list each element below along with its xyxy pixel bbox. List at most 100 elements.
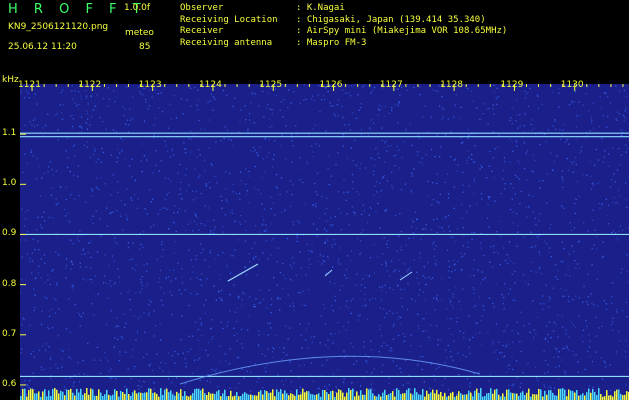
noise-dot [349, 342, 352, 344]
noise-dot [141, 276, 143, 278]
intensity-bar [364, 394, 366, 400]
noise-dot [611, 282, 613, 284]
noise-dot [400, 371, 402, 374]
noise-dot [213, 229, 215, 231]
noise-dot [296, 240, 298, 243]
intensity-bar [68, 389, 70, 400]
noise-dot [449, 301, 451, 304]
intensity-bar [244, 392, 246, 400]
noise-dot [51, 217, 54, 219]
noise-dot [538, 234, 541, 237]
noise-dot [502, 356, 504, 358]
intensity-bar [80, 388, 82, 400]
noise-dot [605, 92, 607, 94]
noise-dot [471, 231, 473, 233]
noise-dot [381, 286, 383, 288]
noise-dot [571, 229, 573, 232]
noise-dot [113, 260, 115, 262]
noise-dot [295, 274, 297, 276]
intensity-bar [498, 394, 500, 400]
noise-dot [162, 370, 164, 372]
noise-dot [511, 122, 513, 125]
noise-dot [158, 107, 160, 109]
noise-dot [456, 393, 458, 396]
noise-dot [353, 363, 355, 365]
noise-dot [91, 278, 93, 281]
noise-dot [491, 170, 493, 173]
noise-dot [448, 260, 450, 262]
intensity-bar [106, 389, 108, 400]
intensity-bar [378, 394, 380, 400]
noise-dot [196, 104, 198, 107]
noise-dot [313, 182, 316, 185]
y-tick-label: 0.8 [2, 278, 17, 289]
noise-dot [76, 104, 78, 107]
y-tick-label: 0.9 [2, 228, 17, 239]
noise-dot [576, 115, 579, 117]
noise-dot [304, 203, 306, 205]
noise-dot [574, 202, 576, 205]
intensity-bar [332, 390, 334, 400]
intensity-bar [466, 394, 468, 400]
noise-dot [86, 95, 88, 97]
noise-dot [444, 181, 446, 183]
noise-dot [197, 229, 200, 231]
noise-dot [85, 279, 87, 281]
noise-dot [107, 360, 109, 362]
noise-dot [80, 316, 83, 318]
noise-dot [273, 348, 275, 350]
noise-dot [571, 100, 573, 102]
noise-dot [421, 368, 423, 371]
noise-dot [453, 259, 455, 261]
noise-dot [339, 212, 342, 214]
noise-dot [293, 262, 295, 264]
intensity-bar [276, 389, 278, 400]
noise-dot [233, 327, 235, 329]
noise-dot [184, 210, 186, 212]
noise-dot [538, 251, 540, 253]
noise-dot [74, 102, 76, 104]
noise-dot [348, 92, 350, 94]
noise-dot [575, 138, 577, 141]
noise-dot [596, 248, 598, 250]
noise-dot [228, 362, 230, 365]
noise-dot [605, 366, 607, 368]
noise-dot [381, 300, 383, 302]
noise-dot [419, 252, 421, 254]
noise-dot [221, 207, 223, 209]
noise-dot [116, 325, 118, 327]
noise-dot [104, 183, 106, 185]
noise-dot [96, 251, 99, 253]
noise-dot [412, 236, 415, 239]
noise-dot [230, 211, 232, 214]
noise-dot [371, 297, 373, 299]
noise-dot [26, 230, 29, 233]
noise-dot [616, 111, 619, 113]
noise-dot [228, 138, 230, 140]
noise-dot [282, 347, 284, 349]
noise-dot [50, 194, 52, 196]
noise-dot [241, 343, 243, 345]
noise-dot [420, 238, 422, 240]
intensity-bar [98, 389, 100, 400]
noise-dot [213, 96, 215, 98]
noise-dot [67, 157, 69, 159]
noise-dot [505, 371, 507, 373]
noise-dot [253, 303, 256, 306]
noise-dot [55, 251, 57, 253]
noise-dot [524, 90, 526, 93]
noise-dot [536, 236, 538, 238]
noise-dot [593, 304, 595, 306]
noise-dot [351, 173, 353, 176]
intensity-bar [428, 393, 430, 400]
noise-dot [337, 115, 339, 117]
noise-dot [159, 209, 161, 211]
noise-dot [330, 175, 332, 177]
noise-dot [616, 119, 618, 121]
noise-dot [436, 298, 438, 301]
noise-dot [333, 239, 335, 241]
noise-dot [500, 193, 503, 195]
noise-dot [223, 137, 225, 139]
noise-dot [29, 257, 31, 260]
noise-dot [592, 127, 594, 129]
